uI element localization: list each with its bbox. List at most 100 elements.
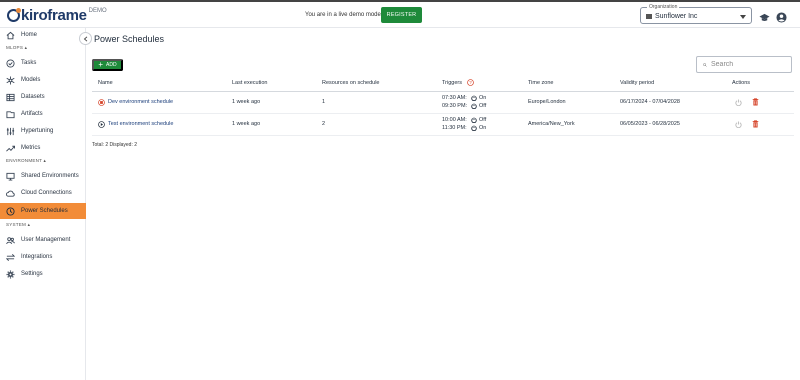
organization-label: Organization: [647, 4, 680, 10]
resources-cell: 2: [316, 113, 436, 136]
hypertuning-icon: [6, 127, 15, 136]
power-action-icon[interactable]: [735, 99, 742, 106]
add-button[interactable]: + ADD: [92, 59, 123, 71]
name-cell: Dev environment schedule: [92, 91, 226, 114]
trending-up-icon: [6, 144, 15, 153]
sidebar-item-models[interactable]: Models: [0, 73, 86, 87]
top-bar: kiroframe DEMO You are in a live demo mo…: [0, 0, 800, 28]
sidebar-item-power-schedules[interactable]: Power Schedules: [0, 203, 86, 219]
column-header-triggers[interactable]: Triggers ?: [436, 75, 522, 92]
sidebar-item-label: Cloud Connections: [21, 190, 72, 196]
home-icon: [6, 31, 15, 40]
sidebar-item-tasks[interactable]: Tasks: [0, 56, 86, 70]
name-cell: Test environment schedule: [92, 113, 226, 136]
datasets-icon: [6, 93, 15, 102]
actions-cell: [726, 113, 794, 136]
sidebar-item-label: Artifacts: [21, 111, 43, 117]
table-row: Test environment schedule 1 week ago 2 1…: [92, 113, 794, 136]
graduation-cap-icon[interactable]: [759, 10, 770, 21]
section-title-environment: ENVIRONMENT ▴: [6, 158, 47, 163]
trigger-action: Off: [479, 103, 487, 109]
sidebar-item-label: Power Schedules: [21, 208, 68, 214]
shared-environments-icon: [6, 172, 15, 181]
register-button[interactable]: REGISTER: [381, 7, 422, 23]
chevron-down-icon: [740, 15, 746, 19]
collapse-sidebar-button[interactable]: [79, 32, 92, 45]
sidebar-item-label: Integrations: [21, 254, 53, 260]
power-icon: [471, 103, 477, 109]
column-header-resources[interactable]: Resources on schedule: [316, 75, 436, 92]
triggers-cell: 10:00 AM: Off 11:30 PM: On: [436, 113, 522, 136]
schedules-table: Name Last execution Resources on schedul…: [92, 75, 794, 136]
sidebar-item-cloud-connections[interactable]: Cloud Connections: [0, 186, 86, 200]
search-field[interactable]: [696, 56, 792, 73]
trigger-action: Off: [479, 117, 487, 123]
table-row: Dev environment schedule 1 week ago 1 07…: [92, 91, 794, 114]
sidebar-item-integrations[interactable]: Integrations: [0, 250, 86, 264]
delete-icon[interactable]: [752, 120, 759, 128]
last-execution-cell: 1 week ago: [226, 113, 316, 136]
power-icon: [471, 125, 477, 131]
sidebar-item-home[interactable]: Home: [0, 28, 86, 42]
actions-cell: [726, 91, 794, 114]
artifacts-icon: [6, 110, 15, 119]
sidebar-item-label: Metrics: [21, 145, 41, 151]
building-icon: [646, 14, 652, 19]
trigger-time: 07:30 AM:: [442, 95, 467, 101]
table-header-row: Name Last execution Resources on schedul…: [92, 75, 794, 92]
validity-period-cell: 06/05/2023 - 06/28/2025: [614, 113, 726, 136]
search-input[interactable]: [711, 61, 791, 68]
validity-period-cell: 06/17/2024 - 07/04/2028: [614, 91, 726, 114]
column-header-time-zone[interactable]: Time zone: [522, 75, 614, 92]
trigger-time: 11:30 PM:: [442, 125, 467, 131]
sidebar-item-hypertuning[interactable]: Hypertuning: [0, 124, 86, 138]
schedule-name-link[interactable]: Test environment schedule: [108, 121, 173, 127]
power-icon: [471, 95, 477, 101]
trigger-time: 10:00 AM:: [442, 117, 467, 123]
organization-value: Sunflower Inc: [655, 13, 698, 20]
play-status-icon: [98, 120, 105, 128]
cloud-icon: [6, 189, 15, 198]
table-footer-counts: Total: 2 Displayed: 2: [92, 142, 138, 148]
demo-badge: DEMO: [88, 8, 107, 14]
account-circle-icon[interactable]: [776, 10, 787, 23]
sidebar-item-metrics[interactable]: Metrics: [0, 141, 86, 155]
trigger-action: On: [479, 95, 487, 101]
sidebar-item-datasets[interactable]: Datasets: [0, 90, 86, 104]
sidebar-item-user-management[interactable]: User Management: [0, 233, 86, 247]
sidebar-item-settings[interactable]: Settings: [0, 267, 86, 281]
last-execution-cell: 1 week ago: [226, 91, 316, 114]
search-icon: [703, 62, 707, 67]
delete-icon[interactable]: [752, 98, 759, 106]
plus-icon: +: [98, 60, 104, 69]
column-header-name[interactable]: Name: [92, 75, 226, 92]
sidebar: Home MLOPS ▴ Tasks Models Datasets Artif…: [0, 28, 86, 380]
column-header-last-execution[interactable]: Last execution: [226, 75, 316, 92]
sidebar-item-shared-environments[interactable]: Shared Environments: [0, 169, 86, 183]
column-header-validity-period[interactable]: Validity period: [614, 75, 726, 92]
sidebar-item-artifacts[interactable]: Artifacts: [0, 107, 86, 121]
sidebar-item-label: Home: [21, 32, 38, 38]
sidebar-item-label: Datasets: [21, 94, 45, 100]
organization-select[interactable]: Organization Sunflower Inc: [640, 4, 752, 24]
power-icon: [471, 117, 477, 123]
power-action-icon[interactable]: [735, 121, 742, 128]
schedule-name-link[interactable]: Dev environment schedule: [108, 99, 173, 105]
clock-icon: [6, 206, 15, 216]
users-icon: [6, 236, 15, 245]
sidebar-item-label: Models: [21, 77, 41, 83]
trigger-action: On: [479, 125, 487, 131]
stop-status-icon: [98, 98, 105, 106]
sidebar-item-label: Settings: [21, 271, 43, 277]
page-title: Power Schedules: [94, 34, 165, 44]
logo-mark-icon: [7, 8, 21, 22]
help-icon[interactable]: ?: [466, 79, 474, 87]
demo-mode-message: You are in a live demo mode: [305, 12, 381, 18]
time-zone-cell: Europe/London: [522, 91, 614, 114]
swap-icon: [6, 253, 15, 262]
triggers-cell: 07:30 AM: On 09:30 PM: Off: [436, 91, 522, 114]
logo-text: kiroframe: [21, 7, 87, 24]
main-content: Power Schedules + ADD Name Last executio…: [79, 28, 800, 380]
logo[interactable]: kiroframe DEMO: [7, 7, 107, 24]
resources-cell: 1: [316, 91, 436, 114]
